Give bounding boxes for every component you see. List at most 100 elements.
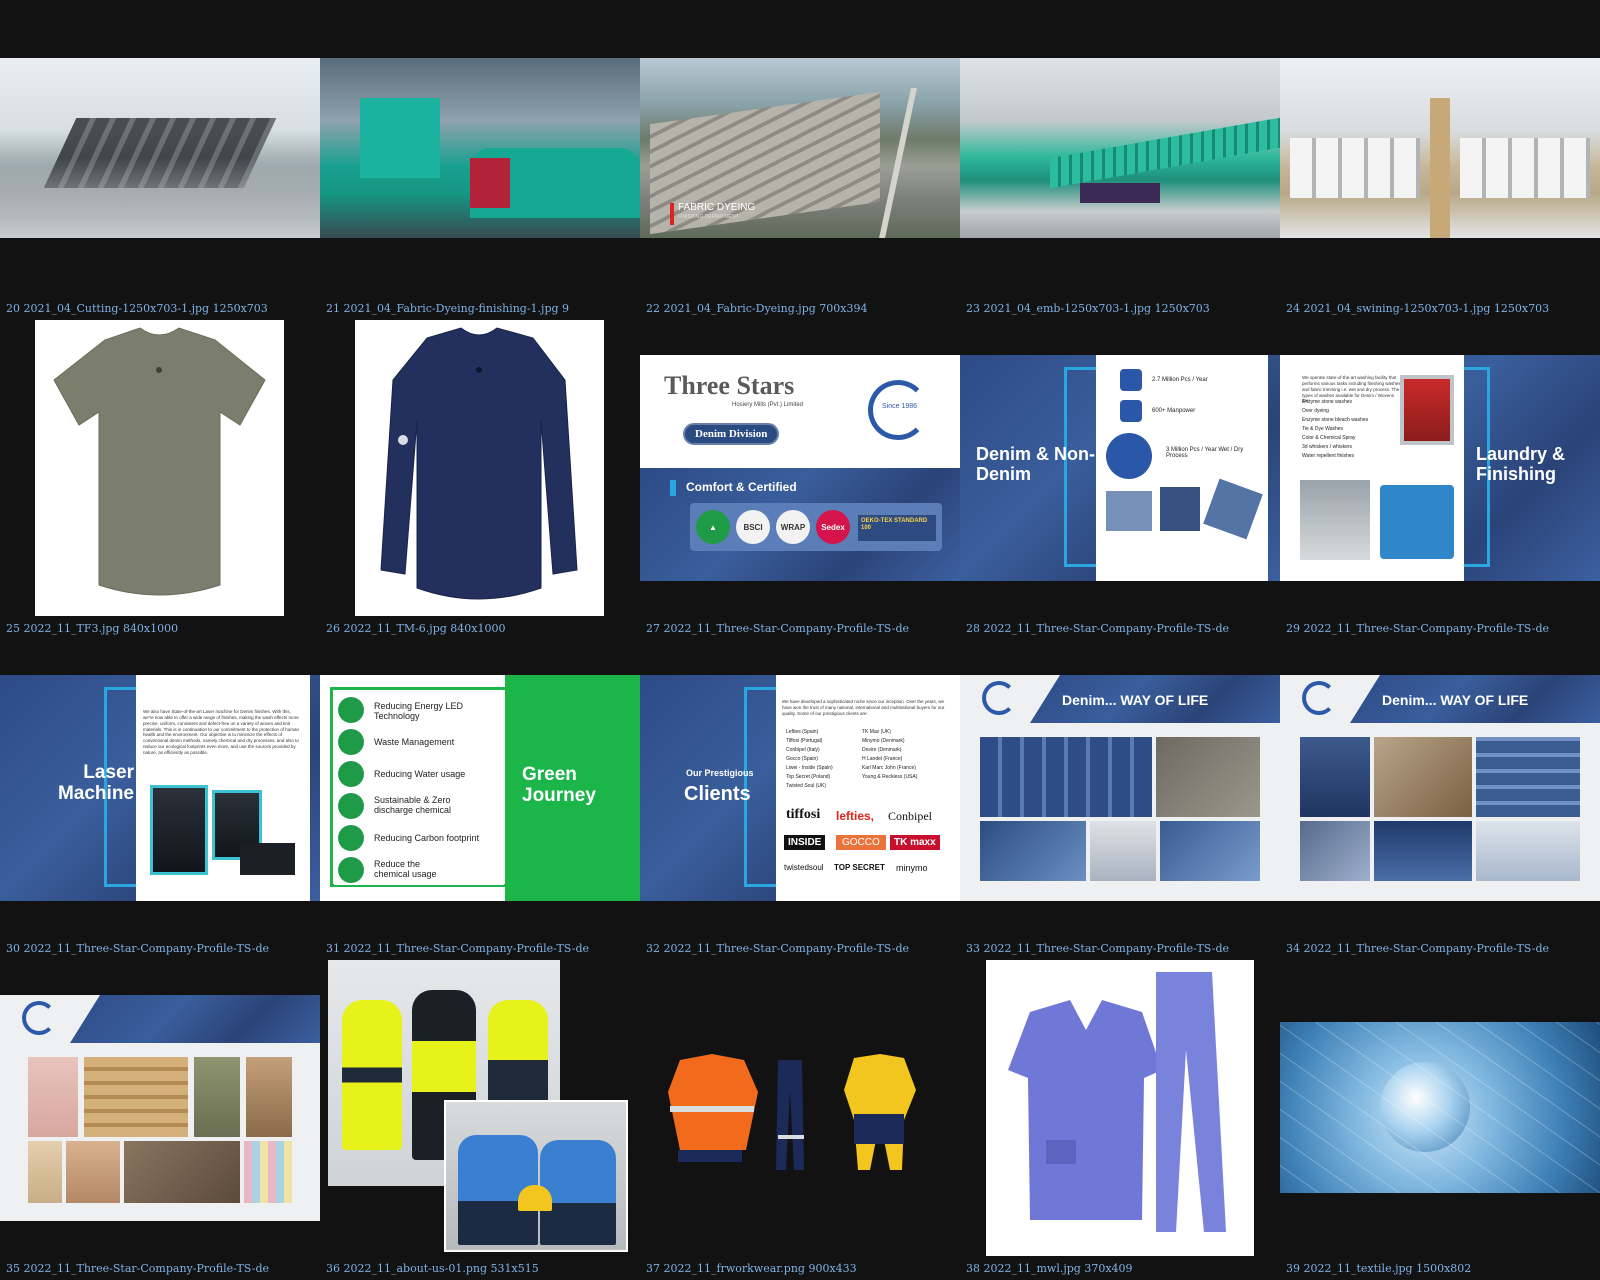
company-profile-slide: Green Journey Reducing Energy LED Techno… <box>320 675 640 901</box>
water-icon <box>338 761 364 787</box>
navy-longsleeve-photo <box>355 320 604 616</box>
flask-icon <box>338 857 364 883</box>
cutting-photo <box>0 58 320 238</box>
green-item: Reduce the chemical usage <box>374 859 437 879</box>
slide-title: Denim & Non-Denim <box>976 444 1095 484</box>
wash-item: Over dyeing <box>1302 408 1329 414</box>
hard-hat-icon <box>518 1185 552 1211</box>
stat-capacity: 2.7 Million Pcs / Year <box>1152 377 1208 383</box>
led-icon <box>338 697 364 723</box>
thumbnail-cell[interactable]: 36 2022_11_about-us-01.png 531x515 <box>320 960 640 1280</box>
textile-globe-photo <box>1280 1022 1600 1193</box>
thumbnail-cell[interactable]: 25 2022_11_TF3.jpg 840x1000 <box>0 320 320 640</box>
green-item: Sustainable & Zero discharge chemical <box>374 795 452 815</box>
clients-intro: We have developed a sophisticated niche … <box>782 699 945 716</box>
aerial-factory-photo: FABRIC DYEING FINISHING DEPARTMENT <box>640 58 960 238</box>
thumbnail-cell[interactable]: 26 2022_11_TM-6.jpg 840x1000 <box>320 320 640 640</box>
company-profile-slide: Denim... WAY OF LIFE <box>960 675 1280 901</box>
slide-title: Laundry & Finishing <box>1476 444 1566 484</box>
client-item: TK Max (UK) <box>862 729 891 735</box>
wrap-icon: WRAP <box>776 510 810 544</box>
wash-item: Water repellent finishes <box>1302 453 1355 459</box>
company-profile-slide: Our Prestigious Clients We have develope… <box>640 675 960 901</box>
thumbnail-cell[interactable]: 24 2021_04_swining-1250x703-1.jpg 1250x7… <box>1280 0 1600 320</box>
workwear-collage-photo <box>328 960 638 1256</box>
image-caption: 22 2021_04_Fabric-Dyeing.jpg 700x394 <box>646 302 868 315</box>
beige-pants-photo <box>28 1141 62 1203</box>
thumbnail-cell[interactable]: Our Prestigious Clients We have develope… <box>640 640 960 960</box>
client-item: H Landel (France) <box>862 756 903 762</box>
group-photo <box>1476 821 1580 881</box>
company-name: Hosiery Mills (Pvt.) Limited <box>732 402 804 408</box>
thumbnail-cell[interactable]: 39 2022_11_textile.jpg 1500x802 <box>1280 960 1600 1280</box>
thumbnail-cell[interactable]: 23 2021_04_emb-1250x703-1.jpg 1250x703 <box>960 0 1280 320</box>
green-item: Waste Management <box>374 737 455 747</box>
thumbnail-cell[interactable]: Green Journey Reducing Energy LED Techno… <box>320 640 640 960</box>
model-photo <box>1300 737 1370 817</box>
thumbnail-cell[interactable]: 35 2022_11_Three-Star-Company-Profile-TS… <box>0 960 320 1280</box>
medical-scrubs-photo <box>986 960 1254 1256</box>
company-profile-slide: Denim... WAY OF LIFE <box>1280 675 1600 901</box>
client-logo: lefties, <box>836 809 875 823</box>
thumbnail-cell[interactable]: 38 2022_11_mwl.jpg 370x409 <box>960 960 1280 1280</box>
client-logo: tiffosi <box>786 807 821 822</box>
walking-photo <box>1374 821 1472 881</box>
laser-description: We also have State-of-the-art Laser mach… <box>143 709 299 755</box>
since-label: Since 1986 <box>882 403 918 410</box>
laser-table-photo <box>240 843 295 875</box>
folded-chinos-photo <box>84 1057 188 1137</box>
image-caption: 24 2021_04_swining-1250x703-1.jpg 1250x7… <box>1286 302 1550 315</box>
client-item: Gocco (Spain) <box>786 756 818 762</box>
workforce-icon <box>1120 400 1142 422</box>
client-item: Tiffosi (Portugal) <box>786 738 823 744</box>
logo-star-icon <box>982 681 1016 715</box>
wash-item: 3d whiskers / whiskers <box>1302 444 1353 450</box>
wash-item: Color & Chemical Spray <box>1302 435 1356 441</box>
thumbnail-cell[interactable]: Three Stars Hosiery Mills (Pvt.) Limited… <box>640 320 960 640</box>
thumbnail-cell[interactable]: FABRIC DYEING FINISHING DEPARTMENT 22 20… <box>640 0 960 320</box>
client-item: Desire (Denmark) <box>862 747 902 753</box>
green-item: Reducing Carbon footprint <box>374 833 480 843</box>
thumbnail-cell[interactable]: 20 2021_04_Cutting-1250x703-1.jpg 1250x7… <box>0 0 320 320</box>
client-item: Minymo (Denmark) <box>862 738 905 744</box>
laser-machine-photo <box>150 785 208 875</box>
carbon-icon <box>338 825 364 851</box>
chemical-icon <box>338 793 364 819</box>
logo-star-icon <box>22 1001 56 1035</box>
wash-item: Tie & Dye Washes <box>1302 426 1344 432</box>
factory-icon <box>1120 369 1142 391</box>
slide-title: Laser Machine <box>57 762 134 804</box>
stat-wet-dry: 3 Million Pcs / Year Wet / Dry Process <box>1166 447 1244 459</box>
thumbnail-cell[interactable]: 21 2021_04_Fabric-Dyeing-finishing-1.jpg… <box>320 0 640 320</box>
cargo-pants-photo <box>194 1057 240 1137</box>
burlap-photo <box>1156 737 1260 817</box>
client-item: Top Secret (Poland) <box>786 774 831 780</box>
client-logo: TOP SECRET <box>834 863 885 872</box>
jeans-stack-photo <box>980 737 1152 817</box>
client-logo: GOCCO <box>836 835 886 850</box>
image-caption: 31 2022_11_Three-Star-Company-Profile-TS… <box>326 942 589 955</box>
image-caption: 27 2022_11_Three-Star-Company-Profile-TS… <box>646 622 909 635</box>
thumbnail-cell[interactable]: Denim & Non-Denim 2.7 Million Pcs / Year… <box>960 320 1280 640</box>
image-caption: 35 2022_11_Three-Star-Company-Profile-TS… <box>6 1262 269 1275</box>
thumbnail-cell[interactable]: Denim... WAY OF LIFE 34 2022_11_Three-St… <box>1280 640 1600 960</box>
cert-icon: ▲ <box>696 510 730 544</box>
zipper-photo <box>980 821 1086 881</box>
thumbnail-cell[interactable]: Laser Machine We also have State-of-the-… <box>0 640 320 960</box>
image-caption: 34 2022_11_Three-Star-Company-Profile-TS… <box>1286 942 1549 955</box>
client-item: Young & Reckless (USA) <box>862 774 918 780</box>
model-photo <box>1090 821 1156 881</box>
dryer-photo <box>1380 485 1454 559</box>
embroidery-photo <box>960 58 1280 238</box>
client-logo: twistedsoul <box>784 863 824 872</box>
thumbnail-cell[interactable]: 37 2022_11_frworkwear.png 900x433 <box>640 960 960 1280</box>
thumbnail-cell[interactable]: Denim... WAY OF LIFE 33 2022_11_Three-St… <box>960 640 1280 960</box>
client-logo: INSIDE <box>784 835 826 850</box>
client-item: Lefties (Spain) <box>786 729 819 735</box>
jacket-photo <box>1160 487 1200 531</box>
thumbnail-cell[interactable]: We operate state-of-the-art washing faci… <box>1280 320 1600 640</box>
bsci-icon: BSCI <box>736 510 770 544</box>
client-logo: TK maxx <box>890 835 940 850</box>
sewing-detail-photo <box>1160 821 1260 881</box>
pocket-pants-photo <box>66 1141 120 1203</box>
